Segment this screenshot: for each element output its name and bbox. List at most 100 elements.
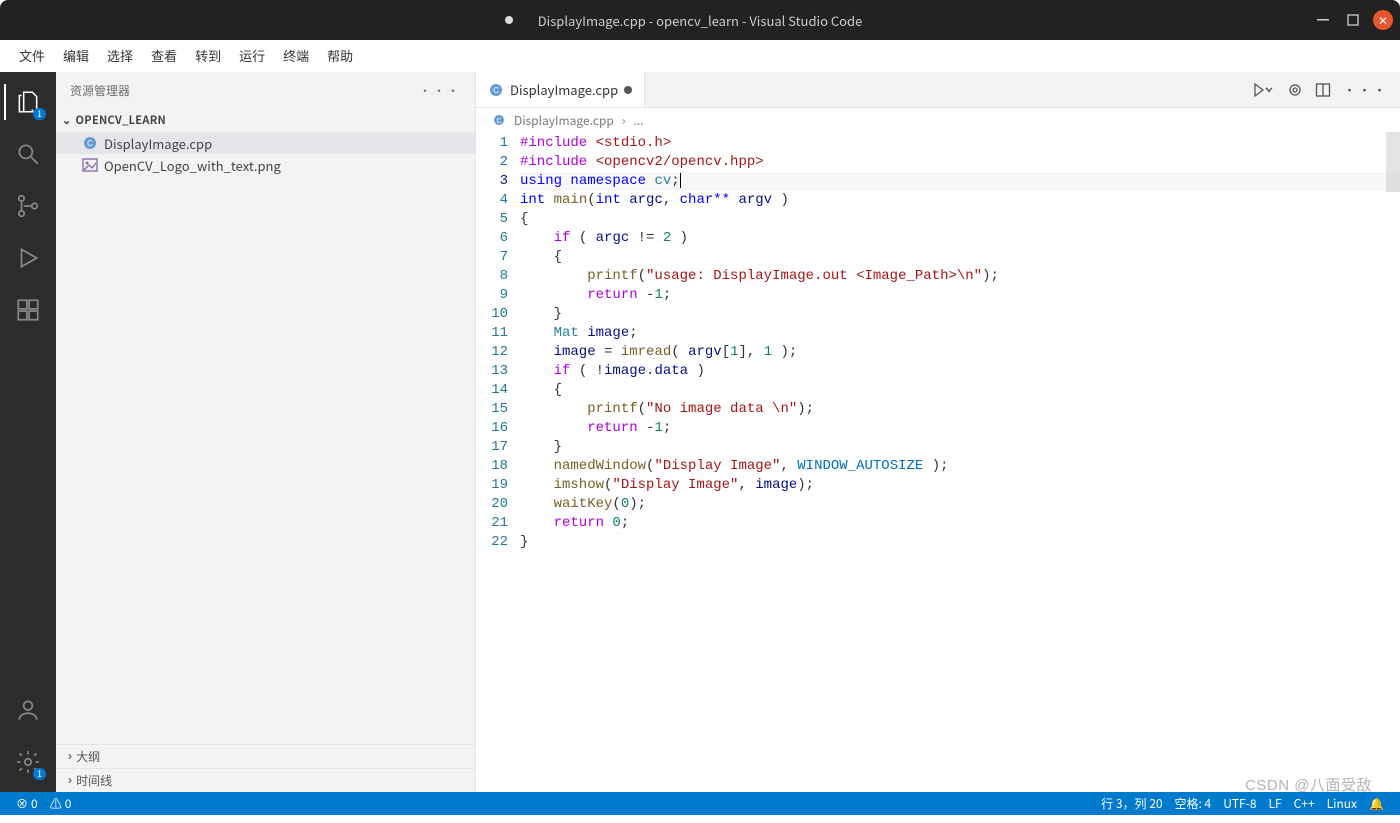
status-item[interactable]: C++ <box>1288 795 1321 812</box>
code-line[interactable]: using namespace cv; <box>520 172 1400 191</box>
sidebar: 资源管理器 ··· ⌄ OPENCV_LEARN C DisplayImage.c… <box>56 72 476 792</box>
code-line[interactable]: image = imread( argv[1], 1 ); <box>520 343 1400 362</box>
line-number: 4 <box>476 191 508 210</box>
sidebar-section[interactable]: ⌄大纲 <box>56 744 475 768</box>
modified-indicator-icon <box>505 16 513 24</box>
maximize-button[interactable] <box>1342 9 1364 31</box>
line-number: 18 <box>476 457 508 476</box>
svg-text:C: C <box>87 139 93 148</box>
run-button[interactable] <box>1253 82 1275 98</box>
code-line[interactable]: printf("usage: DisplayImage.out <Image_P… <box>520 267 1400 286</box>
status-error[interactable]: ⊗0 <box>10 795 44 812</box>
status-item[interactable]: UTF-8 <box>1217 795 1262 812</box>
sidebar-header: 资源管理器 ··· <box>56 72 475 108</box>
minimize-button[interactable] <box>1312 9 1334 31</box>
chevron-right-icon: ⌄ <box>59 751 76 761</box>
status-warning[interactable]: ⚠0 <box>44 795 78 812</box>
code-line[interactable]: return -1; <box>520 419 1400 438</box>
menu-7[interactable]: 帮助 <box>318 42 362 69</box>
code-line[interactable]: waitKey(0); <box>520 495 1400 514</box>
menu-5[interactable]: 运行 <box>230 42 274 69</box>
menu-1[interactable]: 编辑 <box>54 42 98 69</box>
menu-4[interactable]: 转到 <box>186 42 230 69</box>
statusbar: ⊗0⚠0 行 3，列 20空格: 4UTF-8LFC++Linux🔔 <box>0 792 1400 815</box>
menu-6[interactable]: 终端 <box>274 42 318 69</box>
cpp-file-icon: C <box>82 135 98 151</box>
more-icon[interactable]: ··· <box>1343 80 1388 99</box>
status-item[interactable]: LF <box>1263 795 1288 812</box>
accounts-icon[interactable] <box>4 688 52 732</box>
run-debug-icon[interactable] <box>4 236 52 280</box>
line-number: 2 <box>476 153 508 172</box>
menu-3[interactable]: 查看 <box>142 42 186 69</box>
sidebar-more-button[interactable]: ··· <box>419 82 461 99</box>
code-line[interactable]: #include <stdio.h> <box>520 134 1400 153</box>
code-area[interactable]: 12345678910111213141516171819202122 #inc… <box>476 132 1400 792</box>
menu-0[interactable]: 文件 <box>10 42 54 69</box>
source-control-icon[interactable] <box>4 184 52 228</box>
code-line[interactable]: int main(int argc, char** argv ) <box>520 191 1400 210</box>
svg-text:C: C <box>496 118 501 125</box>
image-file-icon <box>82 157 98 173</box>
code-content[interactable]: #include <stdio.h>#include <opencv2/open… <box>520 132 1400 792</box>
breadcrumb-sep: › <box>622 112 626 129</box>
folder-header[interactable]: ⌄ OPENCV_LEARN <box>56 108 475 132</box>
code-line[interactable]: { <box>520 381 1400 400</box>
menu-2[interactable]: 选择 <box>98 42 142 69</box>
titlebar: DisplayImage.cpp - opencv_learn - Visual… <box>0 0 1400 40</box>
code-line[interactable]: } <box>520 438 1400 457</box>
close-button[interactable]: ✕ <box>1372 9 1394 31</box>
window-title: DisplayImage.cpp - opencv_learn - Visual… <box>538 11 863 30</box>
code-line[interactable]: { <box>520 248 1400 267</box>
file-name: OpenCV_Logo_with_text.png <box>104 156 281 175</box>
chevron-right-icon: ⌄ <box>59 775 76 785</box>
code-line[interactable]: } <box>520 533 1400 552</box>
code-line[interactable]: { <box>520 210 1400 229</box>
breadcrumb-file: DisplayImage.cpp <box>514 112 614 129</box>
sidebar-section[interactable]: ⌄时间线 <box>56 768 475 792</box>
manage-icon[interactable]: 1 <box>4 740 52 784</box>
line-number: 9 <box>476 286 508 305</box>
cpp-file-icon: C <box>492 113 506 127</box>
code-line[interactable]: } <box>520 305 1400 324</box>
line-number: 19 <box>476 476 508 495</box>
file-row[interactable]: OpenCV_Logo_with_text.png <box>56 154 475 176</box>
file-name: DisplayImage.cpp <box>104 134 212 153</box>
file-row[interactable]: C DisplayImage.cpp <box>56 132 475 154</box>
menubar: 文件编辑选择查看转到运行终端帮助 <box>0 40 1400 72</box>
sidebar-title: 资源管理器 <box>70 82 130 99</box>
warning-icon: ⚠ <box>50 795 62 812</box>
explorer-icon[interactable]: 1 <box>4 80 52 124</box>
code-line[interactable]: if ( !image.data ) <box>520 362 1400 381</box>
status-item[interactable]: 🔔 <box>1363 795 1390 812</box>
line-number: 1 <box>476 134 508 153</box>
status-item[interactable]: 行 3，列 20 <box>1095 795 1168 812</box>
editor: C DisplayImage.cpp ··· C DisplayImage.cp… <box>476 72 1400 792</box>
code-line[interactable]: return -1; <box>520 286 1400 305</box>
search-icon[interactable] <box>4 132 52 176</box>
minimap-scrollbar[interactable] <box>1386 132 1400 192</box>
error-icon: ⊗ <box>16 795 28 812</box>
window-controls: ✕ <box>1312 9 1394 31</box>
code-line[interactable]: if ( argc != 2 ) <box>520 229 1400 248</box>
line-number: 7 <box>476 248 508 267</box>
chevron-down-icon: ⌄ <box>62 112 72 128</box>
svg-text:C: C <box>493 86 499 95</box>
code-line[interactable]: imshow("Display Image", image); <box>520 476 1400 495</box>
code-line[interactable]: Mat image; <box>520 324 1400 343</box>
code-line[interactable]: printf("No image data \n"); <box>520 400 1400 419</box>
folder-name: OPENCV_LEARN <box>76 112 167 128</box>
code-line[interactable]: #include <opencv2/opencv.hpp> <box>520 153 1400 172</box>
code-line[interactable]: namedWindow("Display Image", WINDOW_AUTO… <box>520 457 1400 476</box>
extensions-icon[interactable] <box>4 288 52 332</box>
tab-open-file[interactable]: C DisplayImage.cpp <box>476 72 645 107</box>
line-number: 13 <box>476 362 508 381</box>
split-editor-icon[interactable] <box>1315 82 1331 98</box>
breadcrumb[interactable]: C DisplayImage.cpp › ... <box>476 108 1400 132</box>
status-item[interactable]: Linux <box>1321 795 1363 812</box>
status-item[interactable]: 空格: 4 <box>1169 795 1218 812</box>
code-line[interactable]: return 0; <box>520 514 1400 533</box>
line-number: 14 <box>476 381 508 400</box>
gear-icon[interactable] <box>1287 82 1303 98</box>
line-number: 22 <box>476 533 508 552</box>
